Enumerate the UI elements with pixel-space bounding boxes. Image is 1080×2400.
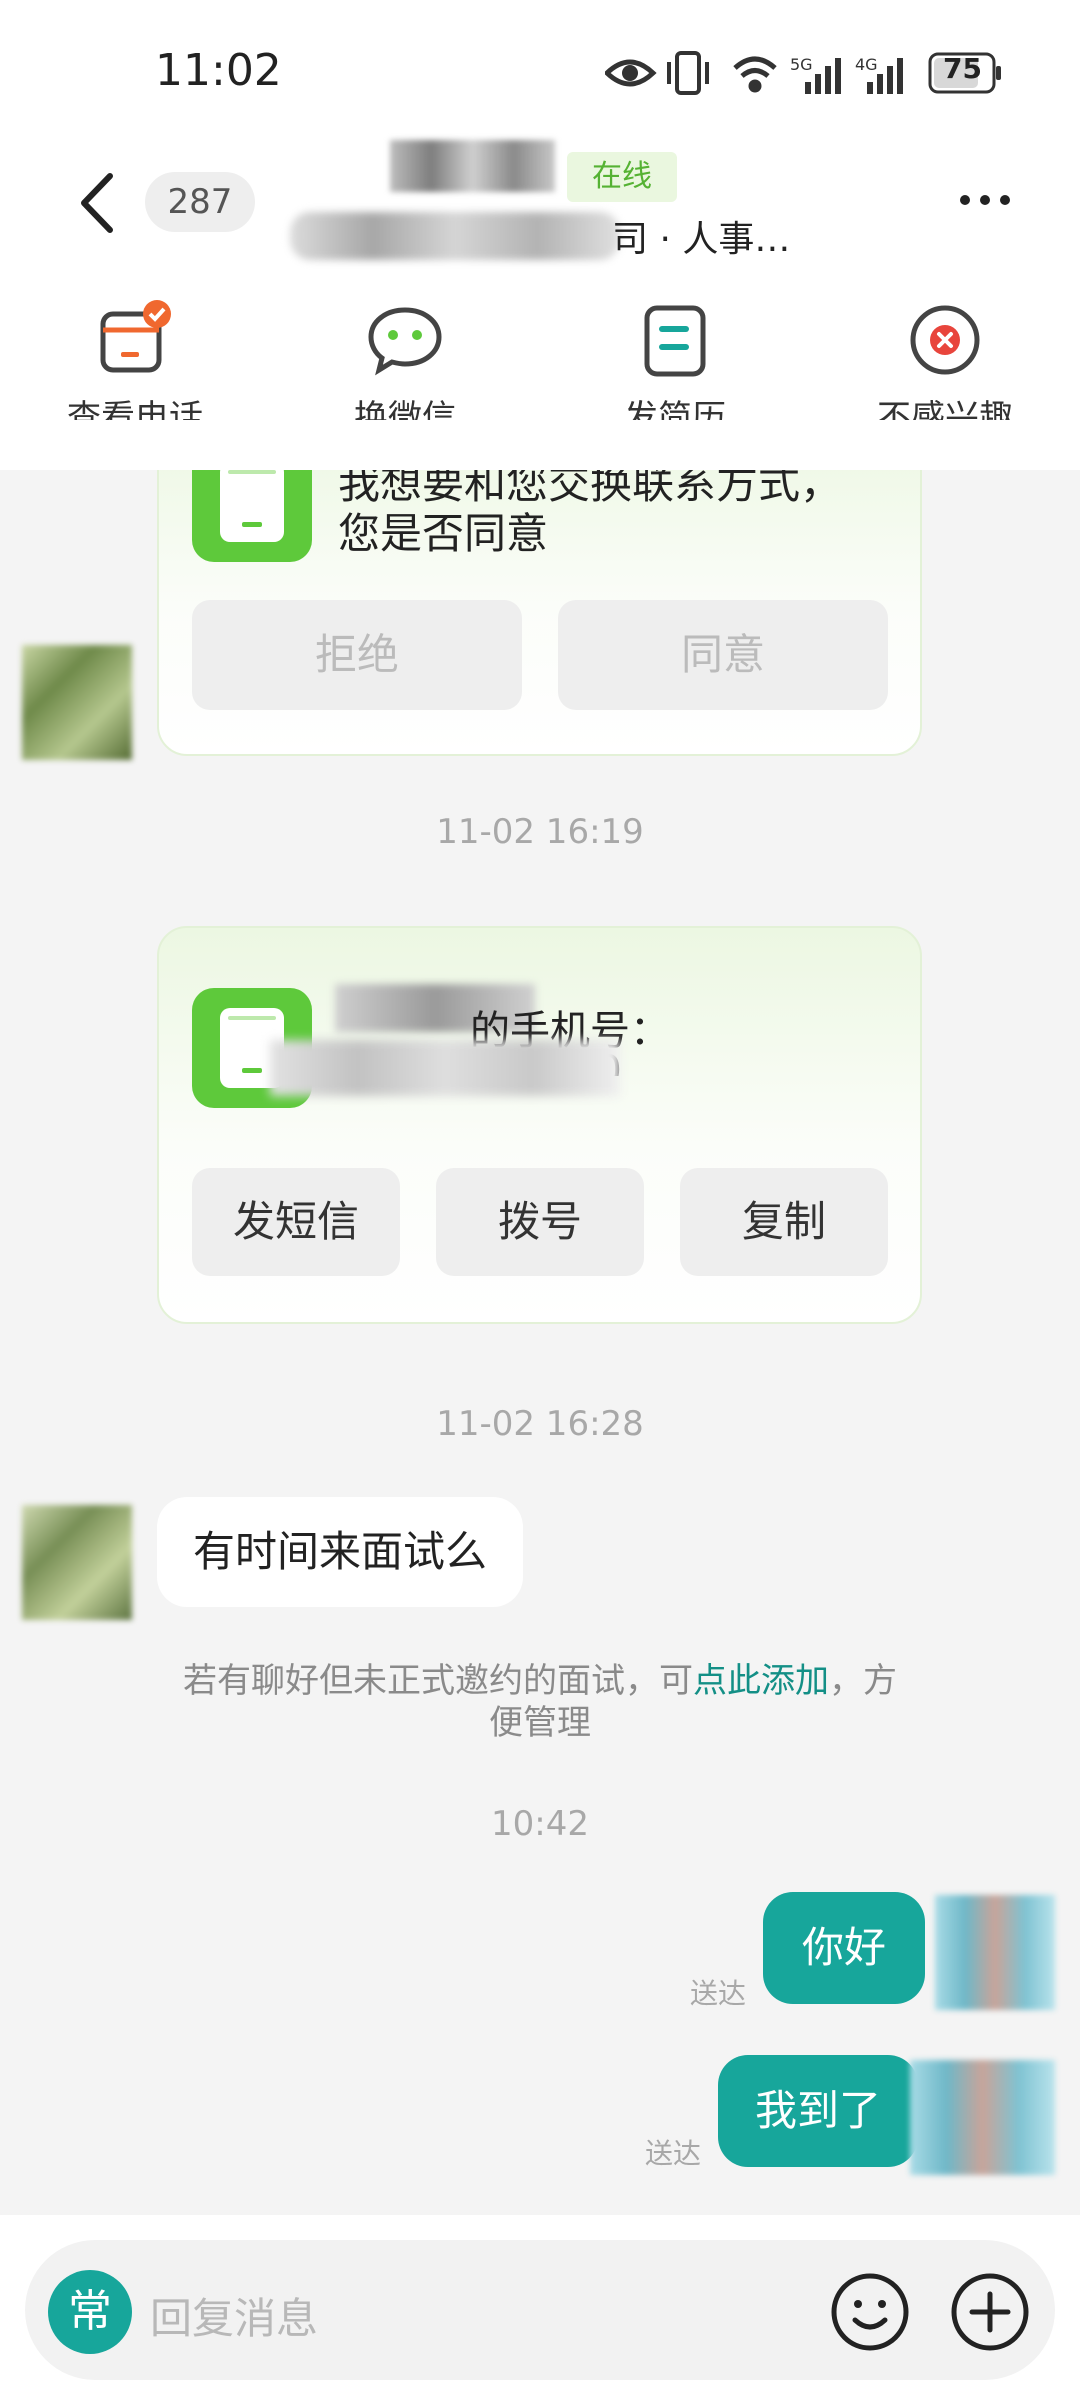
timestamp: 10:42 bbox=[491, 1804, 589, 1844]
battery-level: 75 bbox=[943, 52, 982, 85]
recruiter-avatar[interactable] bbox=[22, 1505, 132, 1620]
quick-reply-button[interactable]: 常 bbox=[48, 2270, 132, 2354]
plus-circle-icon bbox=[951, 2273, 1029, 2351]
chevron-left-icon bbox=[81, 173, 113, 233]
more-dots-icon bbox=[960, 195, 1010, 205]
copy-button[interactable]: 复制 bbox=[680, 1168, 888, 1276]
delivered-status: 送达 bbox=[690, 1977, 747, 2010]
tip-suffix: ，方 bbox=[829, 1661, 897, 1701]
back-button[interactable] bbox=[70, 168, 130, 238]
add-more-button[interactable] bbox=[948, 2270, 1032, 2354]
more-options-button[interactable] bbox=[955, 180, 1015, 220]
send-sms-button[interactable]: 发短信 bbox=[192, 1168, 400, 1276]
unread-count-badge[interactable]: 287 bbox=[145, 172, 255, 232]
timestamp: 11-02 16:19 bbox=[436, 812, 644, 852]
delivered-status: 送达 bbox=[645, 2137, 702, 2170]
emoji-button[interactable] bbox=[828, 2270, 912, 2354]
emoji-icon bbox=[831, 2273, 909, 2351]
vibrate-icon bbox=[667, 51, 709, 95]
recruiter-avatar[interactable] bbox=[22, 645, 132, 760]
not-interested-icon bbox=[905, 300, 985, 380]
resume-icon bbox=[635, 300, 715, 380]
my-avatar[interactable] bbox=[910, 2060, 1055, 2175]
header-bottom-mask bbox=[0, 420, 1080, 470]
reject-button[interactable]: 拒绝 bbox=[192, 600, 522, 710]
tip-prefix: 若有聊好但未正式邀约的面试，可 bbox=[183, 1661, 693, 1701]
my-avatar[interactable] bbox=[935, 1895, 1055, 2010]
agree-button[interactable]: 同意 bbox=[558, 600, 888, 710]
interview-tip: 若有聊好但未正式邀约的面试，可点此添加，方 便管理 bbox=[0, 1660, 1080, 1744]
outgoing-message[interactable]: 你好 bbox=[763, 1892, 925, 2004]
dial-button[interactable]: 拨号 bbox=[436, 1168, 644, 1276]
eye-icon bbox=[603, 59, 657, 87]
phone-card-icon bbox=[95, 300, 175, 380]
outgoing-message[interactable]: 我到了 bbox=[718, 2055, 918, 2167]
wifi-icon bbox=[733, 56, 777, 93]
add-interview-link[interactable]: 点此添加 bbox=[693, 1661, 829, 1701]
online-badge: 在线 bbox=[567, 152, 677, 202]
net-5g: 5G bbox=[790, 55, 813, 74]
incoming-message[interactable]: 有时间来面试么 bbox=[157, 1497, 524, 1607]
net-4g: 4G bbox=[855, 55, 878, 74]
wechat-icon bbox=[365, 300, 445, 380]
contact-name-blurred bbox=[390, 140, 555, 192]
phone-number-blurred bbox=[270, 1040, 620, 1096]
company-name-blurred bbox=[290, 212, 620, 260]
timestamp: 11-02 16:28 bbox=[436, 1404, 644, 1444]
message-input-placeholder[interactable]: 回复消息 bbox=[150, 2285, 318, 2346]
company-role-text: 司 · 人事… bbox=[612, 219, 791, 260]
status-time: 11:02 bbox=[155, 45, 282, 96]
tip-line2: 便管理 bbox=[489, 1703, 591, 1743]
